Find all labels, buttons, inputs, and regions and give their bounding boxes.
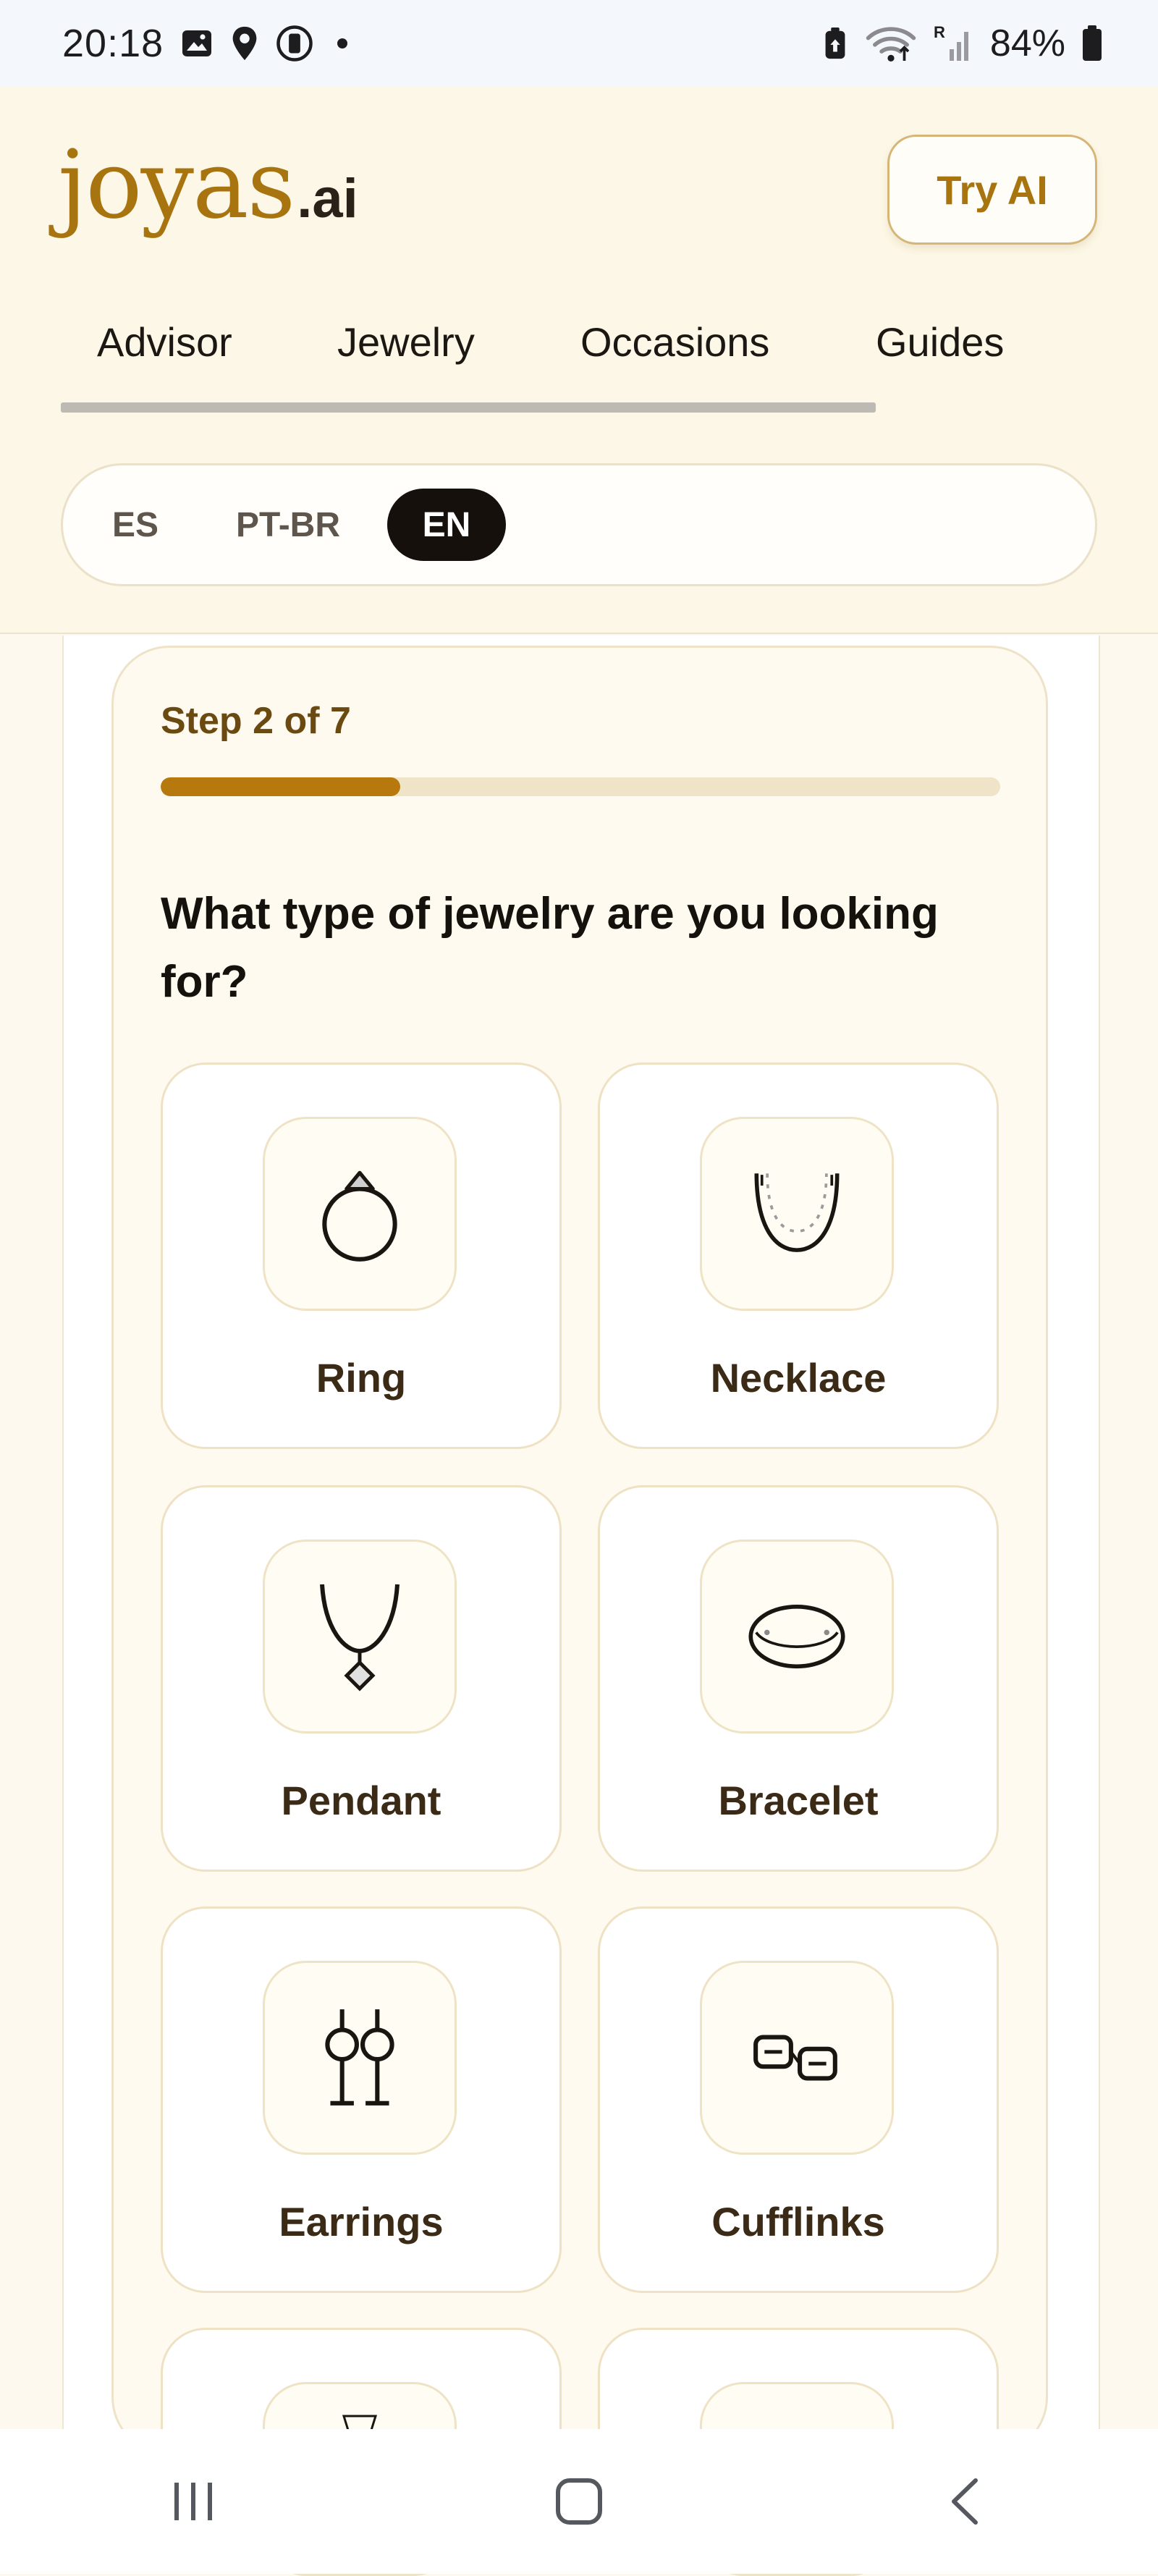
option-label: Cufflinks — [711, 2199, 885, 2245]
signal-icon: R — [934, 23, 968, 61]
nav-item-guides[interactable]: Guides — [876, 318, 1004, 366]
status-bar: 20:18 R 84% — [0, 0, 1158, 87]
language-switcher: ES PT-BR EN — [61, 463, 1097, 586]
battery-icon — [1083, 25, 1102, 61]
option-earrings[interactable]: Earrings — [161, 1906, 562, 2293]
necklace-icon — [754, 1173, 840, 1252]
wifi-icon — [866, 27, 916, 62]
progress-fill — [161, 777, 401, 796]
necklace-icon-box — [700, 1117, 894, 1311]
nav-scrollbar[interactable] — [61, 402, 876, 413]
pendant-icon-box — [263, 1540, 457, 1733]
pendant-icon — [320, 1584, 400, 1692]
location-icon — [232, 26, 257, 61]
site-header: joyas .ai Try AI Advisor Jewelry Occasio… — [0, 87, 1158, 634]
ring-icon — [322, 1170, 397, 1262]
nav-item-jewelry[interactable]: Jewelry — [337, 318, 475, 366]
nav-item-advisor[interactable]: Advisor — [97, 318, 232, 366]
option-label: Necklace — [710, 1355, 887, 1401]
vpn-icon — [276, 25, 313, 62]
logo-suffix: .ai — [297, 168, 358, 229]
option-label: Bracelet — [718, 1778, 879, 1823]
try-ai-button[interactable]: Try AI — [887, 135, 1097, 245]
progress-bar — [161, 777, 1000, 796]
system-navigation-bar — [0, 2429, 1158, 2574]
home-icon[interactable] — [528, 2458, 630, 2545]
bracelet-icon-box — [700, 1540, 894, 1733]
dot-icon — [337, 38, 348, 48]
logo[interactable]: joyas .ai — [58, 138, 358, 232]
recents-icon[interactable] — [143, 2458, 244, 2545]
battery-percent: 84% — [989, 22, 1065, 64]
earrings-icon — [325, 2009, 394, 2106]
option-pendant[interactable]: Pendant — [161, 1485, 562, 1872]
question-title: What type of jewelry are you looking for… — [161, 889, 939, 1007]
ring-icon-box — [263, 1117, 457, 1311]
logo-main: joyas — [58, 130, 295, 240]
option-necklace[interactable]: Necklace — [598, 1063, 999, 1449]
option-label: Pendant — [281, 1778, 441, 1823]
nav-item-occasions[interactable]: Occasions — [580, 318, 769, 366]
earrings-icon-box — [263, 1961, 457, 2155]
status-time: 20:18 — [62, 22, 164, 65]
bracelet-icon — [748, 1604, 845, 1669]
cufflinks-icon — [753, 2035, 837, 2081]
option-bracelet[interactable]: Bracelet — [598, 1485, 999, 1872]
svg-text:R: R — [934, 23, 945, 41]
option-cufflinks[interactable]: Cufflinks — [598, 1906, 999, 2293]
battery-saver-icon — [825, 27, 845, 59]
step-label: Step 2 of 7 — [161, 700, 351, 742]
lang-es[interactable]: ES — [99, 489, 172, 561]
option-label: Ring — [316, 1355, 407, 1401]
option-ring[interactable]: Ring — [161, 1063, 562, 1449]
back-icon[interactable] — [914, 2458, 1015, 2545]
cufflinks-icon-box — [700, 1961, 894, 2155]
lang-en[interactable]: EN — [387, 489, 506, 561]
gallery-icon — [182, 30, 212, 56]
lang-pt-br[interactable]: PT-BR — [227, 489, 350, 561]
option-label: Earrings — [279, 2199, 444, 2245]
